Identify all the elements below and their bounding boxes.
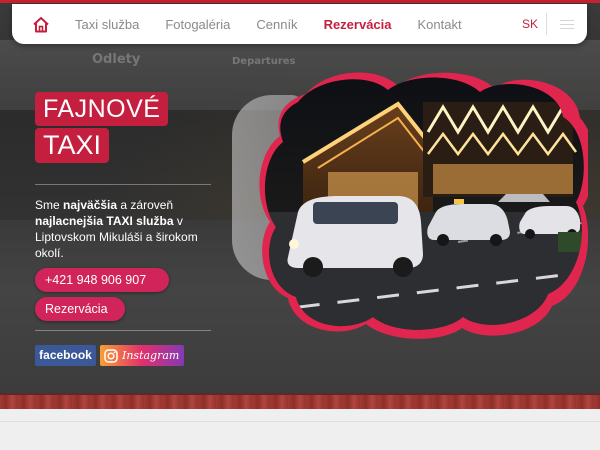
divider-bottom bbox=[35, 330, 211, 331]
decorative-band bbox=[0, 395, 600, 409]
top-accent-bar bbox=[0, 0, 600, 3]
language-switcher[interactable]: SK bbox=[514, 13, 547, 35]
brand-title-line2: TAXI bbox=[35, 128, 110, 163]
nav-item-kontakt[interactable]: Kontakt bbox=[405, 17, 475, 32]
page-below-fold bbox=[0, 409, 600, 450]
phone-button[interactable]: +421 948 906 907 bbox=[35, 268, 169, 292]
nav-item-taxi-sluzba[interactable]: Taxi služba bbox=[62, 17, 152, 32]
instagram-button[interactable]: Instagram bbox=[100, 345, 184, 366]
taxi-photo bbox=[259, 72, 588, 339]
intro-text: Sme najväčšia a zároveň najlacnejšia TAX… bbox=[35, 197, 215, 261]
divider-top bbox=[35, 184, 211, 185]
home-link[interactable] bbox=[20, 4, 62, 44]
nav-item-rezervacia[interactable]: Rezervácia bbox=[311, 17, 405, 32]
nav-item-fotogaleria[interactable]: Fotogaléria bbox=[152, 17, 243, 32]
background-sign-odlety: Odlety bbox=[92, 52, 141, 67]
nav-right-group: SK bbox=[514, 4, 587, 44]
intro-text-part: a zároveň bbox=[117, 198, 174, 212]
facebook-button[interactable]: facebook bbox=[35, 345, 96, 366]
below-fold-divider bbox=[0, 421, 600, 422]
reservation-button[interactable]: Rezervácia bbox=[35, 297, 125, 321]
instagram-icon bbox=[104, 348, 118, 363]
intro-text-highlight: najlacnejšia TAXI služba bbox=[35, 214, 174, 228]
intro-text-highlight: najväčšia bbox=[63, 198, 118, 212]
instagram-label: Instagram bbox=[122, 349, 180, 362]
intro-text-part: Sme bbox=[35, 198, 64, 212]
background-sign-departures: Departures bbox=[232, 56, 296, 67]
main-navigation: Taxi služba Fotogaléria Cenník Rezerváci… bbox=[12, 4, 587, 44]
brand-title-line1: FAJNOVÉ bbox=[35, 92, 169, 126]
menu-icon[interactable] bbox=[547, 4, 587, 44]
nav-item-cennik[interactable]: Cenník bbox=[243, 17, 310, 32]
home-icon bbox=[33, 16, 49, 32]
